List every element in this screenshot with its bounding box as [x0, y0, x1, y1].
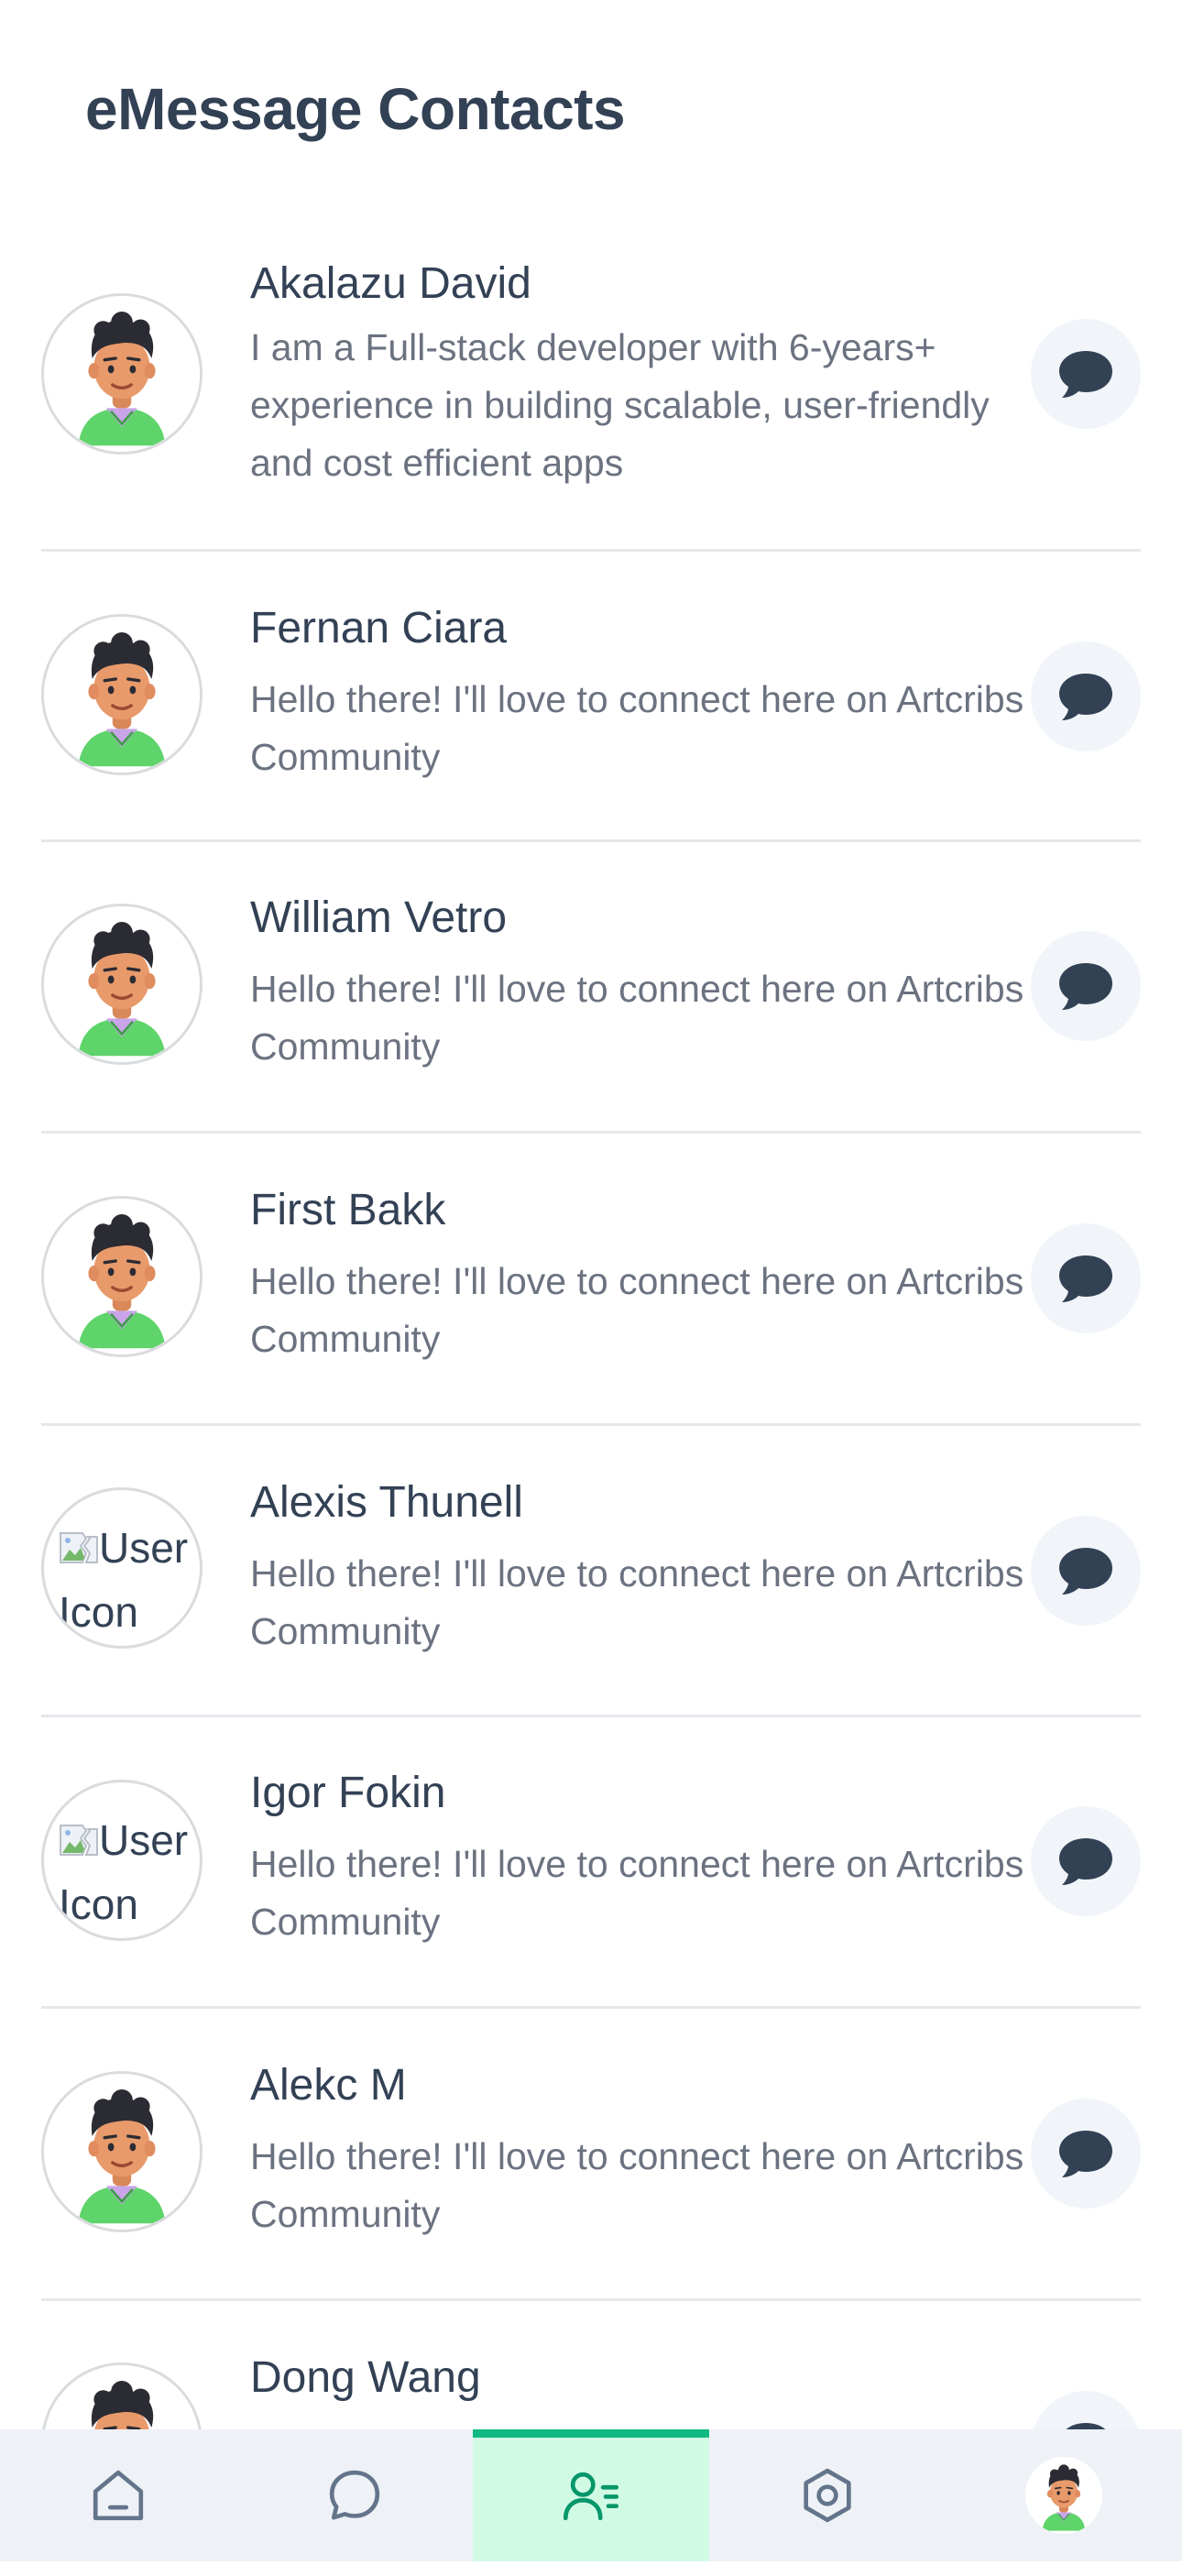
contact-bio: Hello there! I'll love to connect here o…	[250, 1552, 1024, 1652]
contact-name[interactable]: Alexis Thunell	[250, 1477, 523, 1528]
message-button[interactable]	[1031, 931, 1141, 1041]
broken-image-icon	[60, 1825, 98, 1856]
memoji-avatar-icon	[44, 617, 200, 773]
contact-name[interactable]: Igor Fokin	[250, 1768, 445, 1818]
message-button[interactable]	[1031, 319, 1141, 429]
memoji-avatar-icon	[44, 1199, 200, 1354]
contact-row[interactable]: Alekc M Hello there! I'll love to connec…	[41, 2009, 1141, 2301]
contact-row[interactable]: First Bakk Hello there! I'll love to con…	[41, 1134, 1141, 1426]
contact-name[interactable]: William Vetro	[250, 893, 507, 943]
contact-name[interactable]: Alekc M	[250, 2060, 407, 2110]
tab-chats[interactable]	[236, 2429, 473, 2561]
contact-name[interactable]: Akalazu David	[250, 258, 531, 309]
chat-bubble-icon	[1056, 671, 1115, 722]
contact-avatar[interactable]: User Icon	[41, 1487, 202, 1649]
contact-name[interactable]: First Bakk	[250, 1185, 445, 1235]
chat-bubble-icon	[1056, 1836, 1115, 1887]
memoji-avatar-icon	[44, 906, 200, 1062]
chat-bubble-icon	[329, 2470, 380, 2520]
contact-avatar[interactable]	[41, 614, 202, 775]
contact-bio: Hello there! I'll love to connect here o…	[250, 678, 1024, 778]
contact-bio: I am a Full-stack developer with 6-years…	[250, 326, 990, 484]
message-button[interactable]	[1031, 641, 1141, 751]
contact-avatar[interactable]: User Icon	[41, 1780, 202, 1941]
message-button[interactable]	[1031, 2099, 1141, 2209]
contact-bio: Hello there! I'll love to connect here o…	[250, 2135, 1024, 2235]
message-button[interactable]	[1031, 1223, 1141, 1333]
broken-image-icon	[60, 1532, 98, 1563]
contact-name[interactable]: Fernan Ciara	[250, 603, 507, 653]
profile-avatar	[1025, 2457, 1102, 2534]
contact-row[interactable]: Fernan Ciara Hello there! I'll love to c…	[41, 552, 1141, 842]
contact-bio: Hello there! I'll love to connect here o…	[250, 968, 1024, 1068]
tab-settings[interactable]	[709, 2429, 946, 2561]
tab-profile[interactable]	[946, 2429, 1182, 2561]
bottom-tab-bar	[0, 2429, 1182, 2561]
contact-row[interactable]: William Vetro Hello there! I'll love to …	[41, 842, 1141, 1134]
chat-bubble-icon	[1056, 1545, 1115, 1596]
chat-bubble-icon	[1056, 2128, 1115, 2179]
contact-row[interactable]: Akalazu David I am a Full-stack develope…	[41, 242, 1141, 552]
broken-image-avatar: User Icon	[59, 1516, 200, 1644]
broken-image-avatar: User Icon	[59, 1808, 200, 1936]
page-title: eMessage Contacts	[85, 76, 626, 142]
contact-bio: Hello there! I'll love to connect here o…	[250, 1843, 1024, 1943]
chat-bubble-icon	[1056, 348, 1115, 400]
chat-bubble-icon	[1056, 960, 1115, 1012]
settings-hexagon-icon	[804, 2468, 851, 2523]
contact-name[interactable]: Dong Wang	[250, 2352, 481, 2403]
contact-avatar[interactable]	[41, 1196, 202, 1357]
contact-row[interactable]: User Icon Alexis Thunell Hello there! I'…	[41, 1426, 1141, 1717]
contact-avatar[interactable]	[41, 904, 202, 1065]
chat-bubble-icon	[1056, 1253, 1115, 1304]
memoji-avatar-icon	[1025, 2457, 1102, 2534]
contact-avatar[interactable]	[41, 2071, 202, 2232]
contact-row[interactable]: User Icon Igor Fokin Hello there! I'll l…	[41, 1717, 1141, 2009]
message-button[interactable]	[1031, 1806, 1141, 1916]
memoji-avatar-icon	[44, 296, 200, 452]
contact-avatar[interactable]	[41, 293, 202, 455]
contacts-icon	[563, 2472, 619, 2521]
message-button[interactable]	[1031, 1516, 1141, 1626]
home-icon	[93, 2470, 144, 2521]
tab-home[interactable]	[0, 2429, 236, 2561]
tab-contacts[interactable]	[473, 2429, 709, 2561]
contact-bio: Hello there! I'll love to connect here o…	[250, 1260, 1024, 1360]
memoji-avatar-icon	[44, 2074, 200, 2230]
